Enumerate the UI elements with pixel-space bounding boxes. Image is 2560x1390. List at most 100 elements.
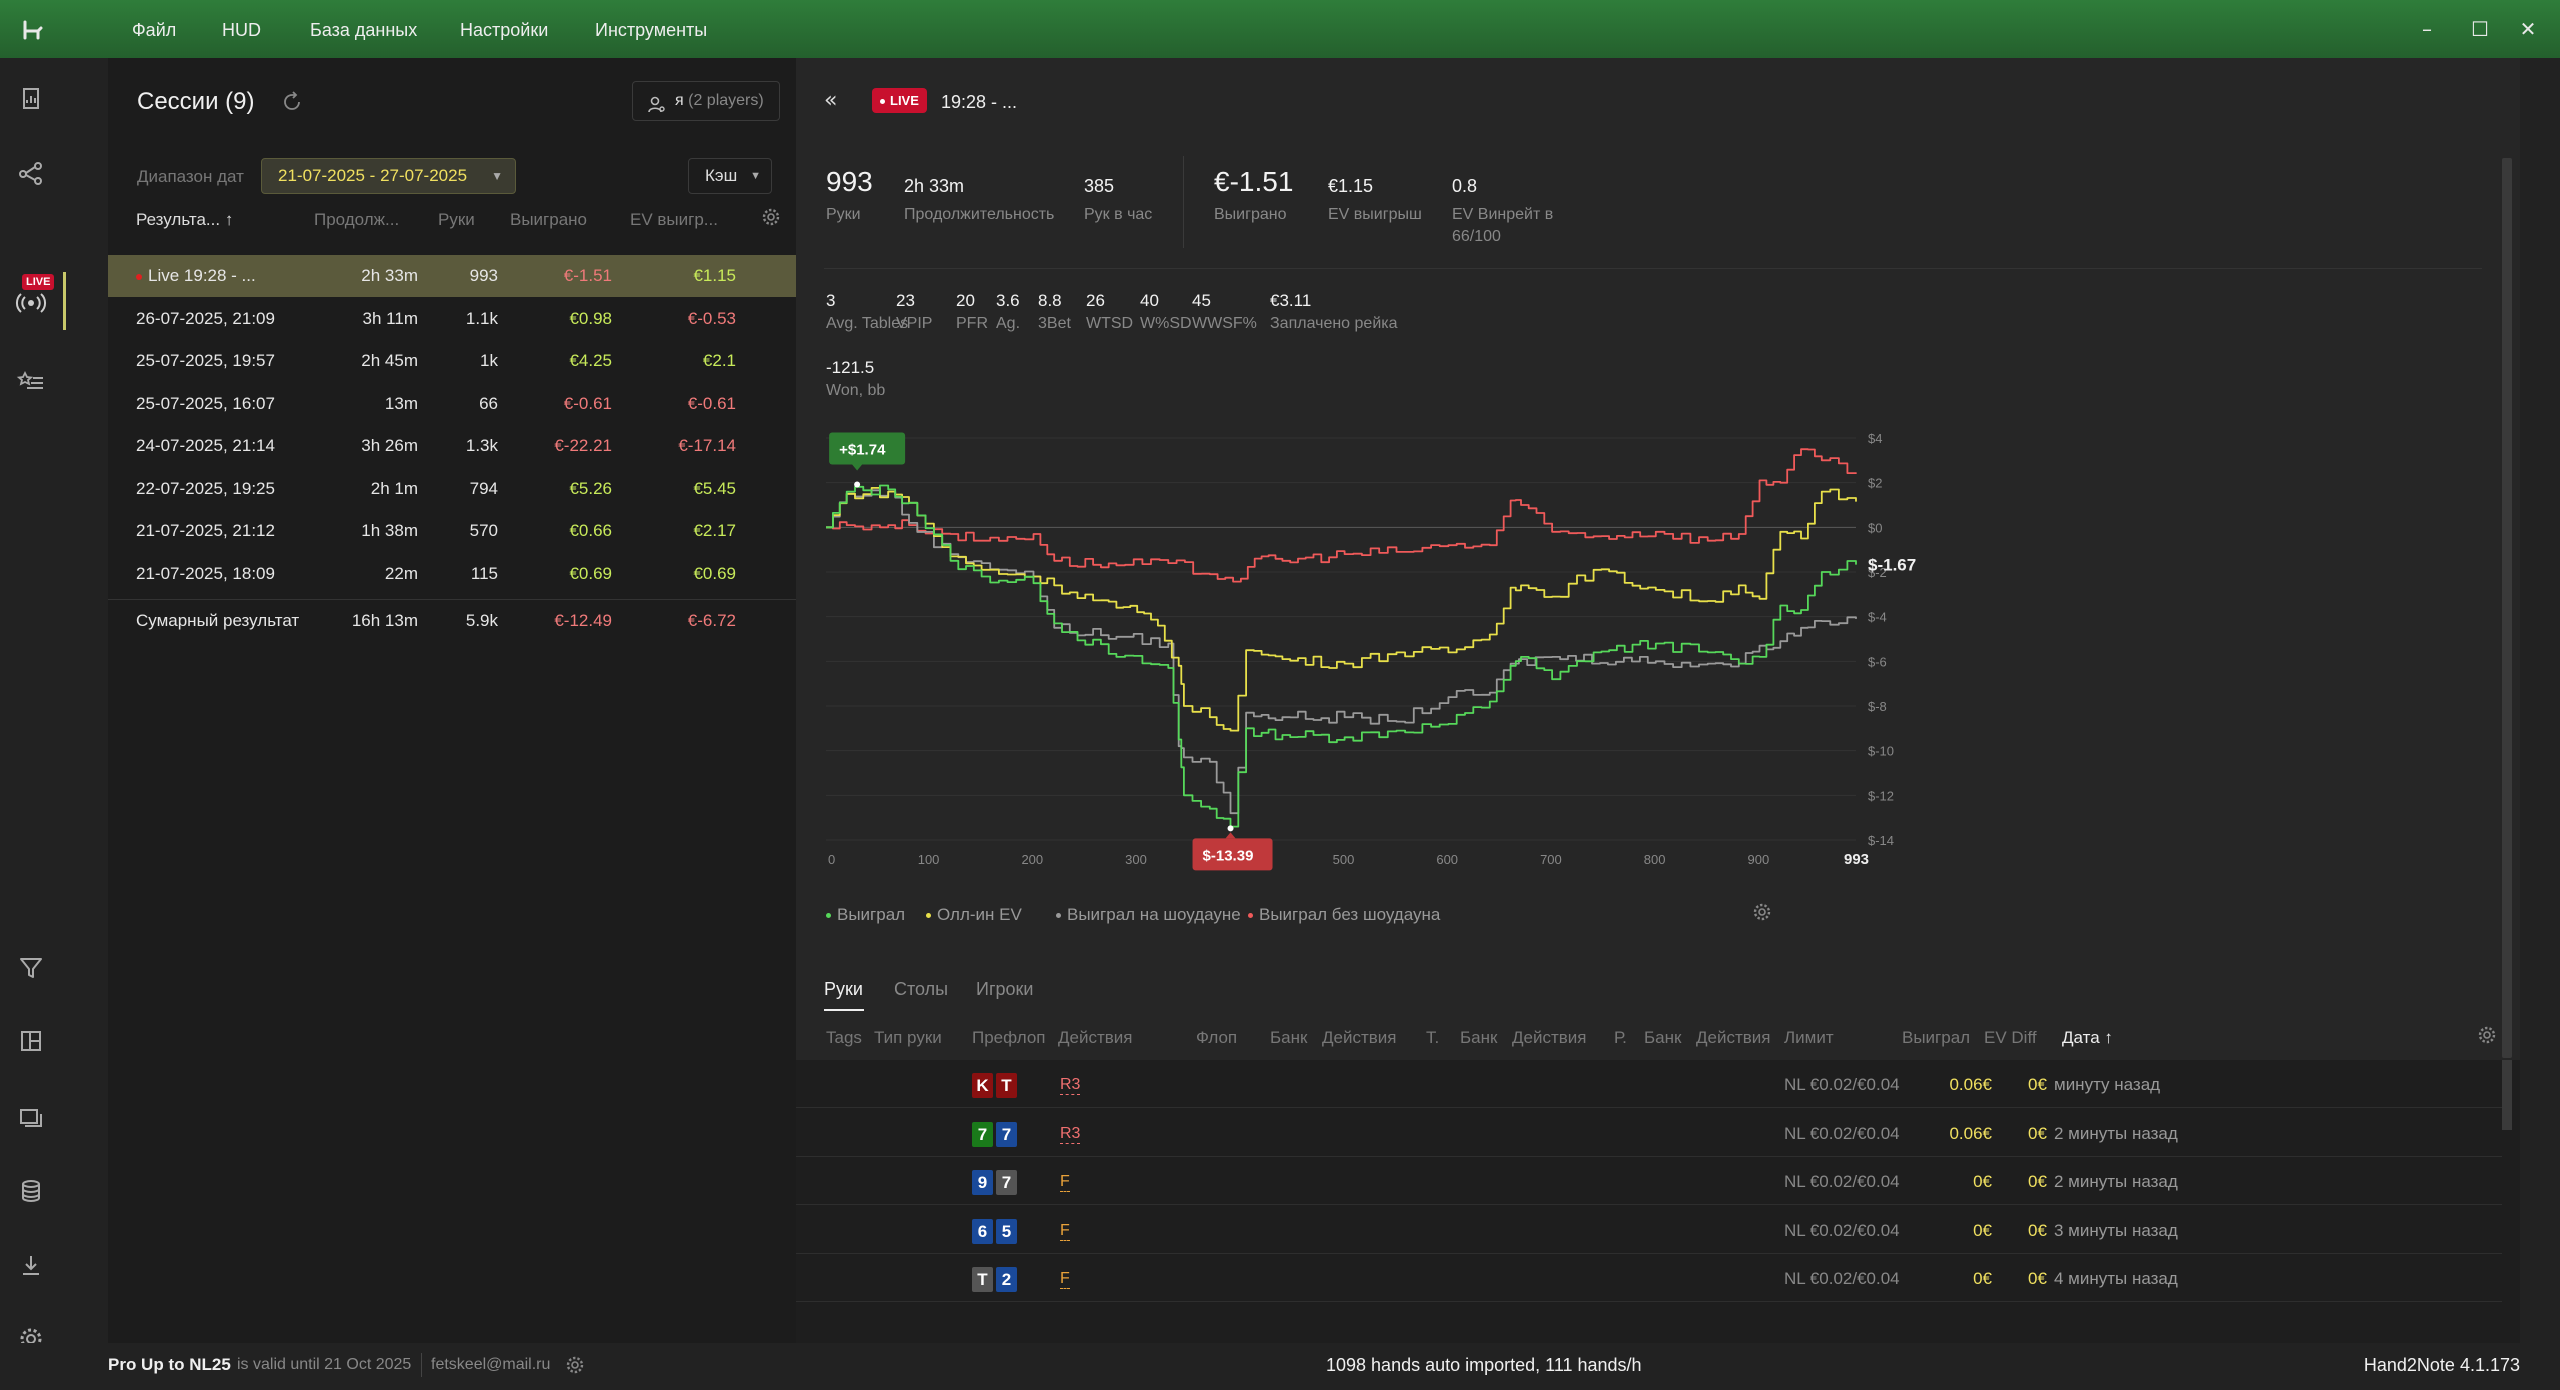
session-row[interactable]: 25-07-2025, 16:07 13m 66 €-0.61 €-0.61 bbox=[108, 383, 796, 425]
tab-players[interactable]: Игроки bbox=[976, 979, 1033, 1000]
legend-non-showdown[interactable]: Выиграл без шоудауна bbox=[1248, 905, 1440, 925]
legend-allin-ev[interactable]: Олл-ин EV bbox=[926, 905, 1022, 925]
session-row[interactable]: 21-07-2025, 21:12 1h 38m 570 €0.66 €2.17 bbox=[108, 510, 796, 552]
hands-column-header[interactable]: Действия bbox=[1512, 1028, 1586, 1048]
preflop-action[interactable]: F bbox=[1060, 1222, 1070, 1241]
preflop-action[interactable]: F bbox=[1060, 1270, 1070, 1290]
max-label: +$1.74 bbox=[839, 441, 886, 458]
session-row[interactable]: Live 19:28 - ... 2h 33m 993 €-1.51 €1.15 bbox=[108, 255, 796, 297]
menu-file[interactable]: Файл bbox=[132, 20, 176, 41]
hands-column-header[interactable]: Банк bbox=[1644, 1028, 1681, 1048]
hands-column-header[interactable]: Тип руки bbox=[874, 1028, 942, 1048]
preflop-action[interactable]: R3 bbox=[1060, 1125, 1081, 1144]
hands-column-header[interactable]: Выиграл bbox=[1902, 1028, 1970, 1048]
column-hands[interactable]: Руки bbox=[438, 210, 475, 230]
favorites-list-icon[interactable] bbox=[14, 364, 48, 398]
columns-settings-icon[interactable] bbox=[760, 206, 782, 228]
hand-ev-diff: 0€ bbox=[2028, 1220, 2047, 1240]
hand-ev-diff: 0€ bbox=[2028, 1075, 2047, 1094]
preflop-action[interactable]: R3 bbox=[1060, 1076, 1081, 1095]
menu-hud[interactable]: HUD bbox=[222, 20, 261, 41]
y-tick-label: $-6 bbox=[1868, 654, 1887, 669]
status-bar: Pro Up to NL25 is valid until 21 Oct 202… bbox=[0, 1343, 2560, 1390]
session-row[interactable]: 24-07-2025, 21:14 3h 26m 1.3k €-22.21 €-17.1… bbox=[108, 425, 796, 467]
hole-card: 7 bbox=[996, 1121, 1017, 1147]
hands-column-header[interactable]: Действия bbox=[1696, 1028, 1770, 1048]
minimize-icon[interactable]: – bbox=[2412, 14, 2442, 44]
tab-hands[interactable]: Руки bbox=[824, 979, 863, 1000]
scrollbar-thumb[interactable] bbox=[2502, 1060, 2512, 1130]
hands-column-header[interactable]: Банк bbox=[1270, 1028, 1307, 1048]
session-row[interactable]: 26-07-2025, 21:09 3h 11m 1.1k €0.98 €-0.53 bbox=[108, 298, 796, 340]
chart-settings-icon[interactable] bbox=[1751, 901, 1773, 923]
account-settings-icon[interactable] bbox=[564, 1354, 586, 1376]
players-filter-button[interactable]: я (2 players) bbox=[632, 81, 780, 121]
hands-columns-settings-icon[interactable] bbox=[2476, 1024, 2498, 1046]
date-range-select[interactable]: 21-07-2025 - 27-07-2025 ▼ bbox=[261, 158, 516, 194]
hands-column-header[interactable]: Р. bbox=[1614, 1028, 1627, 1048]
session-name: 26-07-2025, 21:09 bbox=[136, 308, 275, 328]
hole-card: 7 bbox=[972, 1121, 993, 1147]
series-line bbox=[826, 487, 1857, 732]
hand-row[interactable]: K T R3 NL €0.02/€0.04 0.06€ 0€ минуту назад bbox=[796, 1060, 2502, 1108]
layout-icon[interactable] bbox=[14, 1024, 48, 1058]
total-ev: €-6.72 bbox=[687, 611, 736, 630]
database-icon[interactable] bbox=[14, 1174, 48, 1208]
hole-card: T bbox=[996, 1073, 1017, 1098]
import-status: 1098 hands auto imported, 111 hands/h bbox=[1326, 1355, 1642, 1375]
preflop-action[interactable]: F bbox=[1060, 1173, 1070, 1193]
menu-settings[interactable]: Настройки bbox=[460, 20, 548, 41]
download-icon[interactable] bbox=[14, 1248, 48, 1282]
report-icon[interactable] bbox=[14, 82, 48, 116]
legend-won[interactable]: Выиграл bbox=[826, 905, 905, 925]
chevron-down-icon: ▼ bbox=[750, 170, 761, 182]
hands-column-header[interactable]: Tags bbox=[826, 1028, 862, 1048]
x-tick-label: 200 bbox=[1021, 852, 1043, 867]
close-icon[interactable]: ✕ bbox=[2513, 14, 2543, 44]
profit-graph[interactable]: $4$2$0$-2$-4$-6$-8$-10$-12$-140 100 200 300… bbox=[796, 58, 2520, 1060]
hole-card: 6 bbox=[972, 1218, 993, 1244]
column-won[interactable]: Выиграно bbox=[510, 210, 587, 230]
hand-date: минуту назад bbox=[2054, 1075, 2161, 1094]
hands-column-header[interactable]: Лимит bbox=[1784, 1028, 1834, 1048]
menu-database[interactable]: База данных bbox=[310, 20, 417, 41]
hands-column-header[interactable]: EV Diff bbox=[1984, 1028, 2037, 1048]
x-tick-label: 100 bbox=[918, 852, 940, 867]
menu-tools[interactable]: Инструменты bbox=[595, 20, 707, 41]
hole-card: 9 bbox=[972, 1170, 993, 1196]
legend-showdown[interactable]: Выиграл на шоудауне bbox=[1056, 905, 1241, 925]
tables-icon[interactable] bbox=[14, 1100, 48, 1134]
hands-column-header[interactable]: Дата ↑ bbox=[2062, 1028, 2113, 1048]
max-point bbox=[854, 481, 861, 488]
session-row[interactable]: 21-07-2025, 18:09 22m 115 €0.69 €0.69 bbox=[108, 553, 796, 595]
share-icon[interactable] bbox=[14, 156, 48, 190]
session-row[interactable]: 22-07-2025, 19:25 2h 1m 794 €5.26 €5.45 bbox=[108, 468, 796, 510]
game-type-select[interactable]: Кэш ▼ bbox=[688, 158, 772, 194]
license-name: Pro Up to NL25 bbox=[108, 1355, 231, 1374]
hands-column-header[interactable]: Банк bbox=[1460, 1028, 1497, 1048]
hand-row[interactable]: 6 5 F NL €0.02/€0.04 0€ 0€ 3 минуты назад bbox=[796, 1206, 2502, 1254]
scrollbar[interactable] bbox=[2502, 158, 2512, 1058]
hands-column-header[interactable]: Т. bbox=[1426, 1028, 1439, 1048]
filter-icon[interactable] bbox=[14, 950, 48, 984]
hand-won: 0.06€ bbox=[1949, 1075, 1992, 1094]
column-result[interactable]: Результа... ↑ bbox=[136, 210, 233, 230]
hand-row[interactable]: 7 7 R3 NL €0.02/€0.04 0.06€ 0€ 2 минуты назад bbox=[796, 1109, 2502, 1157]
rail-active-indicator bbox=[63, 272, 66, 330]
column-ev-won[interactable]: EV выигр... bbox=[630, 210, 718, 230]
hand-row[interactable]: 9 7 F NL €0.02/€0.04 0€ 0€ 2 минуты назад bbox=[796, 1157, 2502, 1206]
hand-row[interactable]: T 2 F NL €0.02/€0.04 0€ 0€ 4 минуты назад bbox=[796, 1254, 2502, 1303]
session-name: Live 19:28 - ... bbox=[136, 266, 256, 286]
hands-column-header[interactable]: Действия bbox=[1322, 1028, 1396, 1048]
maximize-icon[interactable]: ☐ bbox=[2465, 14, 2495, 44]
refresh-icon[interactable] bbox=[280, 90, 304, 114]
hands-column-header[interactable]: Действия bbox=[1058, 1028, 1132, 1048]
left-sidebar: LIVE bbox=[0, 58, 66, 1350]
hands-column-header[interactable]: Флоп bbox=[1196, 1028, 1237, 1048]
column-duration[interactable]: Продолж... bbox=[314, 210, 399, 230]
session-row[interactable]: 25-07-2025, 19:57 2h 45m 1k €4.25 €2.1 bbox=[108, 340, 796, 382]
min-label-pointer bbox=[1225, 832, 1236, 839]
hands-column-header[interactable]: Префлоп bbox=[972, 1028, 1046, 1048]
tab-tables[interactable]: Столы bbox=[894, 979, 948, 1000]
session-duration: 3h 26m bbox=[361, 436, 418, 455]
